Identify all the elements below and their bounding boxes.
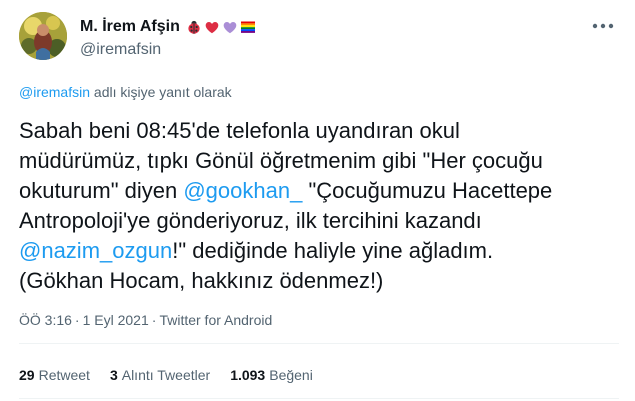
divider — [19, 343, 619, 344]
tweet-text-segment: "Çocuğumuzu Hacettepe — [302, 178, 553, 203]
retweets-count: 29 — [19, 367, 35, 383]
quote-tweets-count: 3 — [109, 367, 118, 383]
reply-context: @iremafsin adlı kişiye yanıt olarak — [19, 83, 232, 101]
meta-separator: · — [151, 312, 157, 328]
tweet-text: Sabah beni 08:45'de telefonla uyandıran … — [19, 116, 619, 296]
reply-mention-link[interactable]: @iremafsin — [19, 84, 90, 100]
author-display-name[interactable]: M. İrem Afşin — [80, 17, 180, 37]
quote-tweets-stat[interactable]: 3 Alıntı Tweetler — [110, 366, 210, 384]
tweet-line: müdürümüz, tıpkı Gönül öğretmenim gibi "… — [19, 148, 543, 173]
rainbow-flag-emoji — [240, 19, 256, 35]
avatar-image — [19, 12, 67, 60]
more-options-button[interactable] — [588, 14, 618, 38]
likes-stat[interactable]: 1.093 Beğeni — [230, 366, 313, 384]
purple-heart-emoji — [222, 19, 238, 35]
tweet-line: @nazim_ozgun!" dediğinde haliyle yine ağ… — [19, 236, 619, 266]
divider — [19, 398, 619, 399]
reply-context-text: adlı kişiye yanıt olarak — [90, 84, 232, 100]
tweet-text-segment: okuturum" diyen — [19, 178, 184, 203]
red-heart-emoji — [204, 19, 220, 35]
retweets-stat[interactable]: 29 Retweet — [19, 366, 90, 384]
ladybug-emoji — [186, 19, 202, 35]
tweet-meta: ÖÖ 3:16 · 1 Eyl 2021 · Twitter for Android — [19, 311, 272, 329]
author-handle[interactable]: @iremafsin — [80, 40, 161, 60]
avatar[interactable] — [19, 12, 67, 60]
tweet-line: (Gökhan Hocam, hakkınız ödenmez!) — [19, 268, 384, 293]
name-emojis — [186, 19, 256, 35]
mention-link-nazim[interactable]: @nazim_ozgun — [19, 238, 172, 263]
tweet-source[interactable]: Twitter for Android — [159, 312, 272, 328]
likes-count: 1.093 — [230, 367, 266, 383]
tweet-line: Antropoloji'ye gönderiyoruz, ilk tercihi… — [19, 208, 482, 233]
mention-link-gookhan[interactable]: @gookhan_ — [183, 178, 302, 203]
author-name-row: M. İrem Afşin — [80, 17, 256, 37]
engagement-stats: 29 Retweet 3 Alıntı Tweetler 1.093 Beğeni — [19, 366, 333, 384]
quote-tweets-label: Alıntı Tweetler — [121, 367, 211, 383]
tweet-line: okuturum" diyen @gookhan_ "Çocuğumuzu Ha… — [19, 176, 619, 206]
tweet-date[interactable]: 1 Eyl 2021 — [83, 312, 149, 328]
retweets-label: Retweet — [38, 367, 90, 383]
meta-separator: · — [74, 312, 80, 328]
more-dots-icon — [592, 23, 614, 29]
tweet-time[interactable]: ÖÖ 3:16 — [19, 312, 72, 328]
tweet-text-segment: !" dediğinde haliyle yine ağladım. — [172, 238, 494, 263]
likes-label: Beğeni — [269, 367, 313, 383]
tweet-detail: M. İrem Afşin @iremafsin @iremafsin adlı… — [0, 0, 635, 401]
tweet-line: Sabah beni 08:45'de telefonla uyandıran … — [19, 118, 460, 143]
